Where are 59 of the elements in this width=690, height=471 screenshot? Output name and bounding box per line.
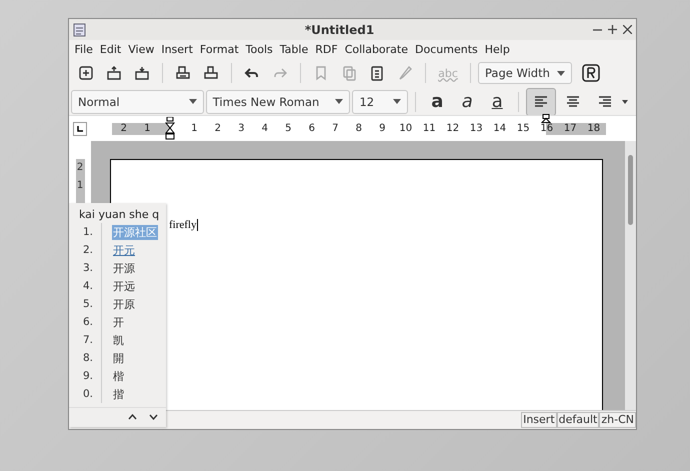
candidate-number: 9. <box>82 370 94 382</box>
overflow-arrow-icon[interactable] <box>622 100 628 104</box>
candidate-item[interactable]: 开元 <box>112 242 136 258</box>
underline-button[interactable]: a <box>483 90 512 114</box>
candidate-number: 5. <box>82 298 94 310</box>
document-text: firefly <box>169 219 198 231</box>
style-dropdown[interactable]: Normal <box>71 90 204 114</box>
font-size-dropdown[interactable]: 12 <box>352 90 408 114</box>
maximize-icon[interactable] <box>608 25 617 34</box>
menu-item[interactable]: File <box>71 42 96 56</box>
candidate-number: 2. <box>82 244 94 256</box>
candidate-number: 0. <box>82 388 94 400</box>
menu-item[interactable]: RDF <box>312 42 342 56</box>
menu-item[interactable]: Help <box>481 42 514 56</box>
menu-item[interactable]: Collaborate <box>341 42 412 56</box>
candidate-item[interactable]: 开原 <box>112 296 136 312</box>
italic-button[interactable]: a <box>453 90 482 114</box>
candidate-number: 8. <box>82 352 94 364</box>
candidate-item[interactable]: 开源 <box>112 260 136 276</box>
menu-item[interactable]: Documents <box>412 42 482 56</box>
candidate-item[interactable]: 凯 <box>112 332 125 348</box>
vertical-scrollbar[interactable] <box>625 141 636 410</box>
menu-item[interactable]: Format <box>196 42 242 56</box>
candidate-item[interactable]: 开远 <box>112 278 136 294</box>
zoom-dropdown[interactable]: Page Width <box>478 62 572 84</box>
candidate-number: 6. <box>82 316 94 328</box>
candidate-number: 4. <box>82 280 94 292</box>
candidate-item[interactable]: 開 <box>112 350 125 366</box>
document-r-icon[interactable] <box>582 64 600 82</box>
menu-item[interactable]: Edit <box>96 42 125 56</box>
document-icon <box>73 22 86 36</box>
dropdown-arrow-icon <box>188 99 197 104</box>
window-title: *Untitled1 <box>304 22 376 36</box>
dropdown-arrow-icon <box>335 99 344 104</box>
bold-button[interactable]: a <box>423 90 452 114</box>
menu-item[interactable]: Table <box>276 42 312 56</box>
menu-item[interactable]: View <box>124 42 158 56</box>
menu-item[interactable]: Insert <box>158 42 196 56</box>
new-icon <box>77 64 95 82</box>
align-button[interactable] <box>526 88 556 116</box>
close-icon[interactable] <box>623 25 632 34</box>
menu-item[interactable]: Tools <box>242 42 276 56</box>
font-dropdown[interactable]: Times New Roman <box>206 90 350 114</box>
page-up-icon[interactable] <box>128 414 137 420</box>
indent-marker-icon[interactable] <box>165 116 175 140</box>
status-field: default <box>556 412 600 428</box>
page-down-icon[interactable] <box>149 414 158 420</box>
dropdown-arrow-icon <box>557 70 565 76</box>
candidate-item[interactable]: 楷 <box>112 368 125 384</box>
status-field: Insert <box>521 412 557 428</box>
candidate-number: 1. <box>82 226 94 238</box>
candidate-item[interactable]: 揩 <box>112 386 125 402</box>
indent-marker-icon[interactable] <box>541 114 551 122</box>
dropdown-arrow-icon <box>393 99 402 104</box>
candidate-number: 3. <box>82 262 94 274</box>
status-field: zh-CN <box>599 412 636 428</box>
tab-stop-icon[interactable] <box>73 122 87 136</box>
candidate-item[interactable]: 开 <box>112 314 125 330</box>
candidate-number: 7. <box>82 334 94 346</box>
